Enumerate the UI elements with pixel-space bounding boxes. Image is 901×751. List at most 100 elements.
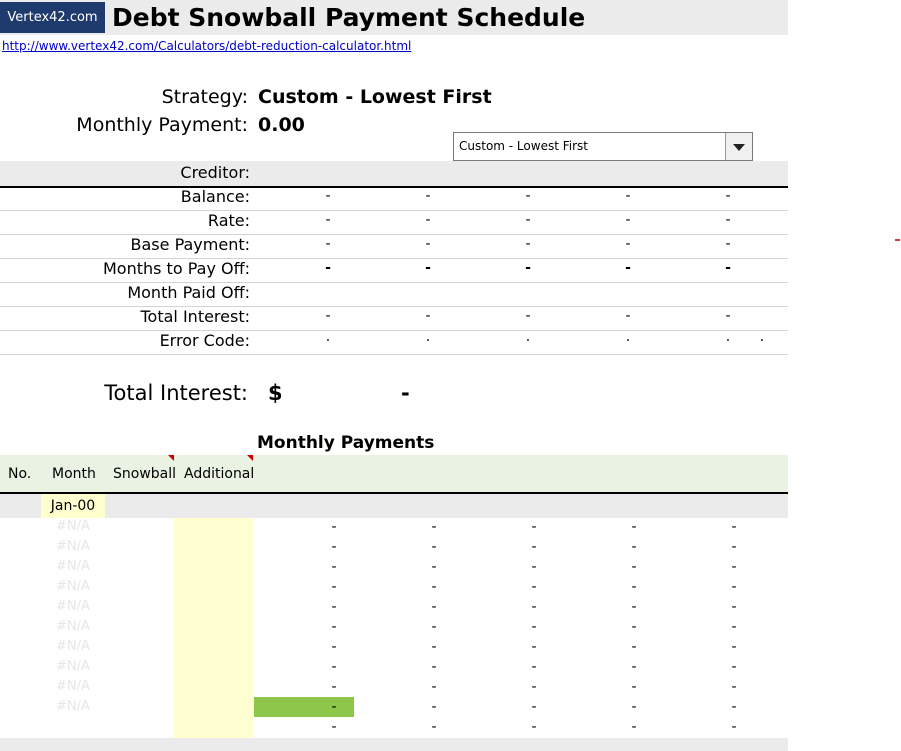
creditor-cell: -: [725, 236, 731, 252]
payment-cell: -: [431, 559, 437, 575]
creditor-cell: -: [725, 188, 731, 204]
creditor-cell: -: [625, 308, 631, 324]
monthly-payment-value[interactable]: 0.00: [258, 114, 305, 136]
payment-cell: -: [631, 659, 637, 675]
creditor-cell: .: [425, 329, 431, 345]
payment-cell: -: [331, 539, 337, 555]
payment-cell: -: [331, 679, 337, 695]
creditor-cell: -: [725, 308, 731, 324]
payment-cell: -: [531, 599, 537, 615]
creditor-cell: -: [525, 212, 531, 228]
row-number-na: #N/A: [56, 559, 90, 574]
payment-cell: -: [431, 719, 437, 735]
page-title: Debt Snowball Payment Schedule: [112, 3, 586, 32]
payment-cell: -: [531, 659, 537, 675]
payment-cell: -: [431, 619, 437, 635]
creditor-cell: -: [425, 188, 431, 204]
chevron-down-icon: [733, 144, 745, 151]
payment-cell: -: [631, 519, 637, 535]
payment-cell: -: [631, 619, 637, 635]
total-interest-value: -: [401, 381, 410, 405]
payment-cell: -: [531, 519, 537, 535]
creditor-cell: -: [325, 236, 331, 252]
row-number-na: #N/A: [56, 599, 90, 614]
payment-cell: -: [431, 659, 437, 675]
payment-cell: -: [631, 599, 637, 615]
payment-cell: -: [531, 559, 537, 575]
payment-cell: -: [331, 519, 337, 535]
creditor-cell: -: [325, 260, 331, 276]
first-month-cell[interactable]: Jan-00: [41, 494, 105, 518]
strategy-value: Custom - Lowest First: [258, 86, 492, 108]
row-number-na: #N/A: [56, 699, 90, 714]
creditor-cell: -: [625, 188, 631, 204]
creditor-cell: .: [325, 329, 331, 345]
creditor-cell: -: [725, 212, 731, 228]
col-header-month: Month: [52, 466, 96, 482]
payment-cell: -: [731, 539, 737, 555]
creditor-row-label: Balance:: [180, 187, 250, 206]
row-number-na: #N/A: [56, 539, 90, 554]
payment-cell: -: [431, 599, 437, 615]
creditor-cell: -: [625, 236, 631, 252]
bottom-row-band: [0, 738, 788, 751]
col-header-no: No.: [8, 466, 32, 482]
creditor-cell: -: [625, 260, 631, 276]
creditor-row-label: Creditor:: [180, 163, 250, 182]
payment-cell: -: [531, 699, 537, 715]
payment-cell: -: [431, 579, 437, 595]
row-number-na: #N/A: [56, 519, 90, 534]
payment-cell: -: [331, 559, 337, 575]
payment-cell: -: [731, 519, 737, 535]
strategy-dropdown[interactable]: Custom - Lowest First: [453, 132, 753, 161]
payment-cell: -: [331, 659, 337, 675]
creditor-cell: -: [325, 212, 331, 228]
total-interest-currency: $: [268, 381, 283, 405]
creditor-cell: -: [725, 260, 731, 276]
payment-cell: -: [531, 619, 537, 635]
calculator-link[interactable]: http://www.vertex42.com/Calculators/debt…: [2, 39, 411, 53]
payment-cell: -: [731, 679, 737, 695]
payment-cell: -: [331, 619, 337, 635]
row-divider: [0, 354, 788, 355]
creditor-row-label: Total Interest:: [140, 307, 251, 326]
creditor-cell: -: [325, 308, 331, 324]
strategy-dropdown-value: Custom - Lowest First: [459, 139, 588, 153]
creditor-cell: -: [425, 212, 431, 228]
payment-cell: -: [631, 559, 637, 575]
comment-indicator-icon[interactable]: [168, 455, 174, 461]
payment-cell: -: [731, 579, 737, 595]
creditor-cell: -: [525, 236, 531, 252]
creditor-cell: .: [625, 329, 631, 345]
creditor-cell: -: [525, 260, 531, 276]
payment-cell: -: [531, 679, 537, 695]
payment-cell: -: [631, 719, 637, 735]
monthly-payment-label: Monthly Payment:: [76, 114, 248, 136]
payment-cell: -: [431, 679, 437, 695]
additional-input-column[interactable]: [174, 518, 254, 751]
red-marker: [895, 239, 900, 241]
comment-indicator-icon[interactable]: [247, 455, 253, 461]
dropdown-arrow-button[interactable]: [725, 133, 752, 160]
payment-cell: -: [731, 599, 737, 615]
col-header-snowball: Snowball: [113, 466, 177, 482]
payment-cell: -: [331, 719, 337, 735]
creditor-cell: -: [525, 308, 531, 324]
col-header-additional: Additional: [184, 466, 255, 482]
row-number-na: #N/A: [56, 619, 90, 634]
row-number-na: #N/A: [56, 659, 90, 674]
creditor-row-label: Base Payment:: [130, 235, 250, 254]
payment-cell: -: [531, 539, 537, 555]
payment-cell: -: [631, 699, 637, 715]
creditor-row-label: Month Paid Off:: [127, 283, 250, 302]
creditor-cell: -: [525, 188, 531, 204]
payment-cell: -: [331, 639, 337, 655]
payment-cell: -: [531, 719, 537, 735]
payment-cell: -: [731, 659, 737, 675]
total-interest-label: Total Interest:: [104, 381, 248, 405]
vertex42-logo[interactable]: Vertex42.com: [0, 2, 105, 33]
creditor-cell: -: [425, 260, 431, 276]
payment-cell: -: [631, 539, 637, 555]
payment-cell: -: [731, 619, 737, 635]
creditor-cell: -: [325, 188, 331, 204]
